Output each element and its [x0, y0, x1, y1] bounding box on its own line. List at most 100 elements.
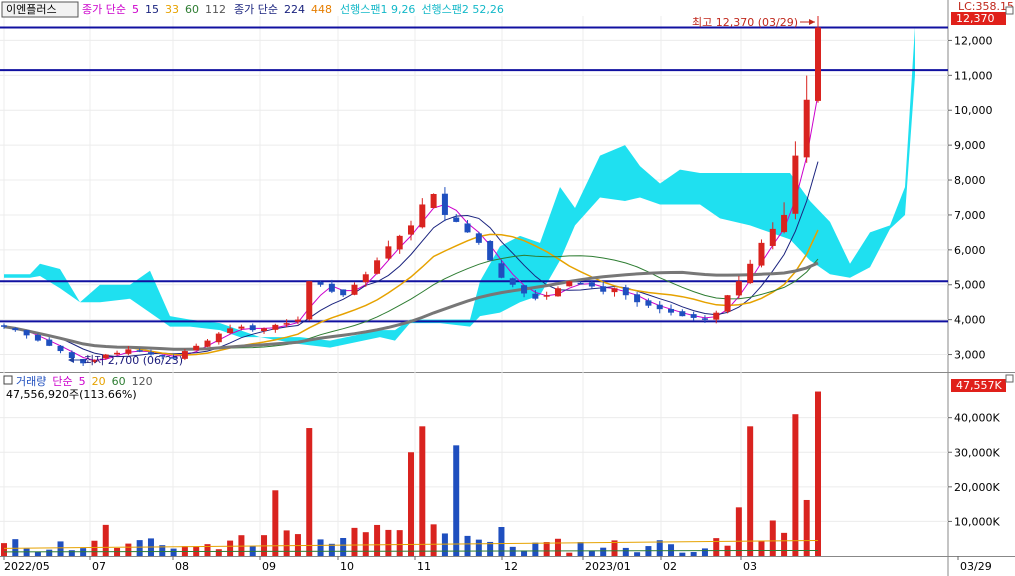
price-tick-label: 5,000: [954, 279, 986, 292]
price-ma-label: 종가 단순: [82, 3, 126, 16]
volume-bar: [815, 391, 821, 556]
current-price-badge: 12,370: [951, 12, 1006, 25]
volume-bar: [543, 542, 550, 556]
chart-canvas[interactable]: 3,000 4,000 5,000 6,000 7,000 8,000 9,000 10,00…: [0, 0, 1015, 576]
x-tick-label: 07: [92, 560, 106, 573]
candle-body: [747, 263, 754, 284]
candle-body: [215, 333, 222, 343]
expand-panel-icon[interactable]: [1005, 6, 1014, 15]
candle-body: [193, 345, 200, 351]
volume-bar: [351, 527, 358, 556]
x-tick-label: 03/29: [960, 560, 992, 573]
volume-bar: [679, 552, 686, 556]
candle-body: [792, 155, 799, 214]
volume-title: 거래량: [16, 375, 46, 388]
x-tick-label: 2023/01: [585, 560, 631, 573]
volume-bar: [46, 549, 53, 556]
price-tick-label: 3,000: [954, 349, 986, 362]
volume-bar: [532, 542, 539, 556]
candle-body: [566, 281, 573, 287]
price-ma2-label: 종가 단순: [234, 3, 278, 16]
volume-bar: [170, 548, 177, 556]
candle-body: [668, 308, 675, 313]
price-tick-label: 10,000: [954, 104, 993, 117]
ma-period-224: 224: [284, 3, 305, 16]
x-tick-label: 09: [262, 560, 276, 573]
candle-body: [656, 304, 663, 310]
ma-period-112: 112: [205, 3, 226, 16]
volume-bar: [408, 452, 414, 556]
volume-tick-label: 20,000K: [954, 481, 1000, 494]
volume-readout: 47,556,920주(113.66%): [6, 388, 137, 401]
ma-period-60: 60: [185, 3, 199, 16]
candle-body: [634, 294, 641, 303]
volume-bar: [803, 499, 810, 556]
volume-bar: [668, 544, 675, 556]
candle-body: [408, 225, 414, 235]
vol-ma-period-20: 20: [92, 375, 106, 388]
volume-bar: [306, 428, 313, 556]
volume-tick-label: 10,000K: [954, 515, 1000, 528]
candle-body: [136, 350, 143, 352]
candle-body: [261, 328, 268, 332]
volume-bar: [656, 540, 663, 556]
candle-body: [509, 278, 516, 285]
candle-body: [464, 223, 471, 233]
volume-tick-label: 40,000K: [954, 412, 1000, 425]
candle-body: [803, 99, 810, 158]
candle-body: [340, 289, 347, 296]
candle-body: [46, 339, 53, 346]
price-tick-label: 11,000: [954, 69, 993, 82]
candle-body: [249, 325, 256, 331]
candle-body: [645, 300, 652, 306]
volume-bar: [498, 527, 505, 556]
candle-body: [600, 286, 607, 292]
candle-body: [713, 312, 720, 320]
x-tick-label: 02: [663, 560, 677, 573]
candle-body: [701, 318, 708, 320]
volume-bar: [747, 426, 754, 556]
current-volume-badge: 47,557K: [951, 379, 1006, 392]
candle-body: [227, 328, 234, 334]
candle-body: [57, 345, 64, 352]
volume-bar: [464, 535, 471, 556]
ma-period-15: 15: [145, 3, 159, 16]
volume-bar: [317, 539, 324, 556]
x-tick-label: 2022/05: [4, 560, 50, 573]
volume-bar: [12, 539, 19, 556]
volume-bar: [283, 530, 290, 556]
high-label: 최고 12,370 (03/29): [692, 16, 798, 29]
x-tick-label: 11: [417, 560, 431, 573]
volume-bar: [622, 547, 629, 556]
volume-bar: [419, 426, 426, 556]
candle-body: [532, 293, 539, 299]
candle-body: [543, 295, 550, 297]
candle-body: [679, 311, 686, 317]
price-tick-label: 9,000: [954, 139, 986, 152]
candle-body: [362, 274, 369, 283]
volume-bar: [362, 532, 369, 556]
volume-tick-label: 30,000K: [954, 446, 1000, 459]
candle-body: [453, 217, 460, 222]
expand-volume-panel-icon[interactable]: [1005, 374, 1014, 383]
current-price-value: 12,370: [956, 12, 995, 25]
vol-ma-period-5: 5: [79, 375, 86, 388]
candle-body: [554, 288, 561, 297]
volume-bar: [340, 537, 347, 556]
volume-bar: [634, 552, 641, 556]
span1-label: 선행스팬1 9,26: [340, 3, 415, 16]
candle-body: [294, 319, 301, 322]
volume-bar: [701, 548, 708, 556]
volume-bar: [475, 539, 482, 556]
candle-body: [351, 284, 358, 295]
volume-bar: [566, 552, 573, 556]
candle-body: [306, 281, 313, 320]
volume-ma-label: 단순: [52, 375, 72, 388]
price-ma-legend: 종가 단순 5 15 33 60 112 종가 단순 224 448 선행스팬1 9,26 선행스팬…: [82, 3, 504, 16]
candle-body: [238, 326, 245, 329]
price-tick-label: 8,000: [954, 174, 986, 187]
candle-body: [34, 335, 41, 341]
volume-bar: [441, 533, 448, 556]
span2-label: 선행스팬2 52,26: [421, 3, 503, 16]
candle-body: [328, 283, 335, 292]
